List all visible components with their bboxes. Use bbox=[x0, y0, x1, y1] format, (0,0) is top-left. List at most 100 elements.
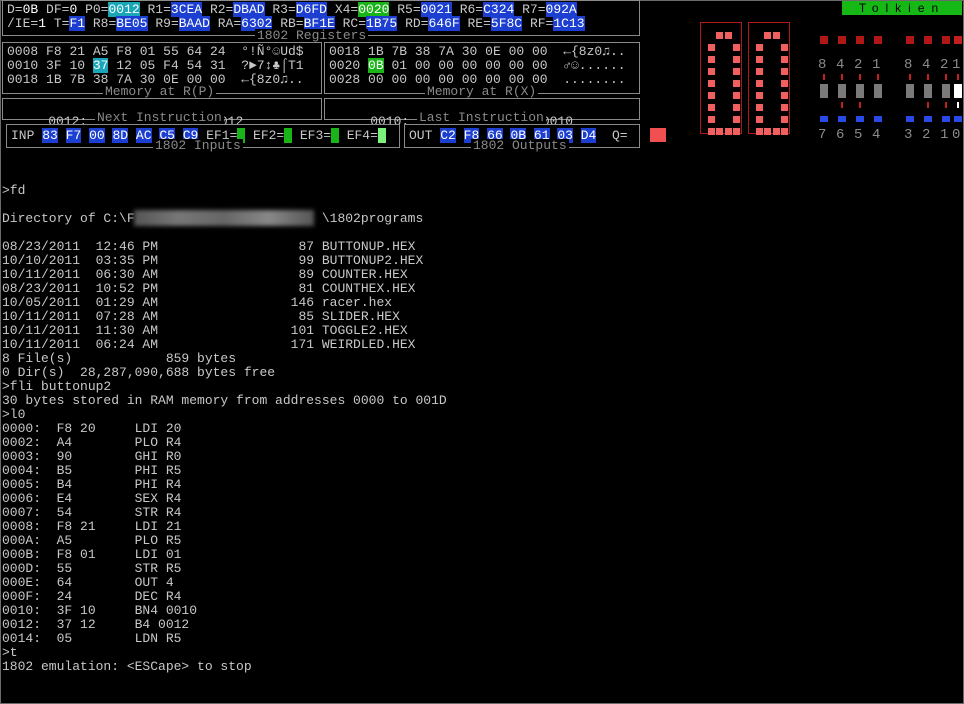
terminal-line: 0007: 54 STR R4 bbox=[2, 505, 182, 520]
memory-line: 0018 1B 7B 38 7A 30 0E 00 00 ←{8z0♫.. bbox=[329, 45, 626, 59]
segment bbox=[756, 56, 763, 63]
terminal-line: 10/11/2011 06:30 AM 89 COUNTER.HEX bbox=[2, 267, 408, 282]
terminal-line: >fli buttonup2 bbox=[2, 379, 112, 394]
register-name: R7= bbox=[522, 2, 546, 17]
register-value: 1 bbox=[38, 16, 47, 31]
memory-byte: 38 bbox=[414, 44, 431, 59]
input-byte[interactable]: AC bbox=[135, 128, 152, 143]
output-led bbox=[820, 36, 828, 44]
segment bbox=[725, 128, 732, 135]
switch-weight-label: 1 bbox=[872, 57, 881, 73]
register-value: 092A bbox=[545, 2, 577, 17]
register-value: 0012 bbox=[108, 2, 140, 17]
segment bbox=[781, 56, 788, 63]
switch-marker bbox=[877, 74, 879, 80]
segment bbox=[708, 92, 715, 99]
switch-marker bbox=[957, 102, 959, 108]
segment bbox=[764, 32, 771, 39]
ef2-indicator[interactable] bbox=[284, 128, 293, 143]
register-name: T= bbox=[53, 16, 70, 31]
terminal-line: 0012: 37 12 B4 0012 bbox=[2, 617, 190, 632]
switch-marker bbox=[909, 74, 911, 80]
outputs-label: OUT bbox=[409, 128, 433, 143]
bit-index-label: 7 bbox=[818, 127, 827, 143]
input-led bbox=[924, 116, 932, 122]
register-value: D6FD bbox=[295, 2, 327, 17]
memory-byte: 1B bbox=[46, 72, 62, 87]
memory-byte: 24 bbox=[209, 44, 226, 59]
toggle-switch[interactable] bbox=[874, 84, 882, 98]
segment bbox=[764, 128, 771, 135]
segment bbox=[708, 44, 715, 51]
memory-address: 0020 bbox=[329, 58, 361, 73]
memory-byte: F8 bbox=[46, 44, 62, 59]
switch-weight-label: 2 bbox=[854, 57, 863, 73]
ef4-indicator[interactable] bbox=[377, 128, 386, 143]
toggle-switch[interactable] bbox=[820, 84, 828, 98]
switch-marker bbox=[841, 74, 843, 80]
toggle-switch[interactable] bbox=[954, 84, 962, 98]
ef3-label: EF3= bbox=[299, 128, 332, 143]
memory-line: 0020 0B 01 00 00 00 00 00 00 ♂☺...... bbox=[329, 58, 626, 73]
toggle-switch[interactable] bbox=[942, 84, 950, 98]
segment bbox=[781, 116, 788, 123]
register-name: X4= bbox=[334, 2, 359, 17]
terminal-line: 10/10/2011 03:35 PM 99 BUTTONUP2.HEX bbox=[2, 253, 424, 268]
terminal-line: 0000: F8 20 LDI 20 bbox=[2, 421, 182, 436]
input-byte[interactable]: 8D bbox=[112, 128, 129, 143]
ef4-label: EF4= bbox=[346, 128, 378, 143]
register-value: 1B75 bbox=[366, 16, 398, 31]
input-byte[interactable]: F7 bbox=[65, 128, 82, 143]
inputs-panel: INP 83 F7 00 8D AC C5 C9 EF1= EF2= EF3= … bbox=[6, 124, 400, 153]
registers-title: 1802 Registers bbox=[255, 28, 369, 43]
segment bbox=[725, 32, 732, 39]
input-led bbox=[942, 116, 950, 122]
terminal-line: 0006: E4 SEX R4 bbox=[2, 491, 182, 506]
terminal-line: 1802 emulation: <ESCape> to stop bbox=[2, 659, 252, 674]
terminal-line: 000A: A5 PLO R5 bbox=[2, 533, 182, 548]
ef3-indicator[interactable] bbox=[331, 128, 339, 143]
segment bbox=[708, 56, 715, 63]
segment bbox=[781, 80, 788, 87]
segment bbox=[733, 80, 740, 87]
register-name: RE= bbox=[467, 16, 491, 31]
register-name: R3= bbox=[272, 2, 296, 17]
input-led bbox=[906, 116, 914, 122]
register-value: BAAD bbox=[178, 16, 210, 31]
last-instruction-panel: 0010: 3F 10 BN4 0010 Last Instruction bbox=[324, 98, 640, 129]
q-output-led bbox=[650, 128, 666, 142]
toggle-switch[interactable] bbox=[906, 84, 914, 98]
terminal-line: 0008: F8 21 LDI 21 bbox=[2, 519, 182, 534]
input-byte[interactable]: 83 bbox=[42, 128, 58, 143]
memory-byte: 00 bbox=[438, 58, 454, 73]
outputs-title: 1802 Outputs bbox=[471, 138, 569, 153]
segment bbox=[733, 44, 740, 51]
switch-marker bbox=[927, 74, 929, 80]
segment bbox=[756, 44, 763, 51]
terminal-line: 0003: 90 GHI R0 bbox=[2, 449, 182, 464]
toggle-switch[interactable] bbox=[838, 84, 846, 98]
terminal-line: 0005: B4 PHI R4 bbox=[2, 477, 182, 492]
outputs-panel: OUT C2 F8 66 0B 61 03 D4 Q= 1802 Outputs bbox=[404, 124, 640, 153]
terminal-output: >fd Directory of C:\F \1802programs 08/23/… bbox=[2, 184, 960, 696]
input-byte[interactable]: 00 bbox=[89, 128, 105, 143]
memory-byte: 05 bbox=[139, 58, 156, 73]
input-led bbox=[838, 116, 846, 122]
register-name: D= bbox=[7, 2, 23, 17]
bit-index-label: 5 bbox=[854, 127, 863, 143]
toggle-switch[interactable] bbox=[856, 84, 864, 98]
ef2-label: EF2= bbox=[253, 128, 285, 143]
register-value: 0021 bbox=[420, 2, 452, 17]
next-instruction-panel: 0012: 37 12 B4 0012 Next Instruction bbox=[2, 98, 322, 129]
toggle-switch[interactable] bbox=[924, 84, 932, 98]
segment bbox=[733, 56, 740, 63]
terminal-line: 10/11/2011 06:24 AM 171 WEIRDLED.HEX bbox=[2, 337, 416, 352]
memory-byte: 00 bbox=[531, 44, 548, 59]
memory-ascii: °!Ñ°☺Ud$ bbox=[241, 44, 304, 59]
bit-index-label: 6 bbox=[836, 127, 845, 143]
register-value: DBAD bbox=[233, 2, 265, 17]
switch-weight-label: 8 bbox=[818, 57, 827, 73]
terminal-line: 0010: 3F 10 BN4 0010 bbox=[2, 603, 198, 618]
output-led bbox=[942, 36, 950, 44]
memory-ascii: ←{8z0♫.. bbox=[563, 44, 626, 59]
